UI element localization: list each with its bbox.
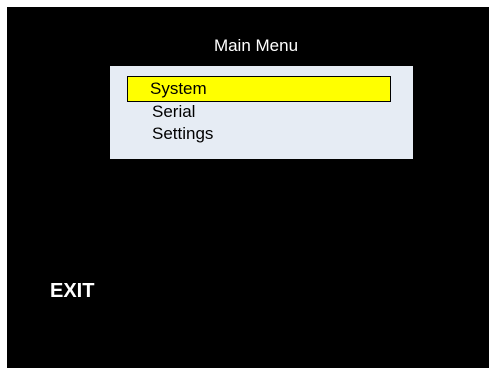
- menu-item-serial[interactable]: Serial: [152, 102, 195, 124]
- main-menu-list: System Serial Settings: [110, 66, 413, 159]
- menu-item-settings[interactable]: Settings: [152, 124, 213, 146]
- menu-item-system[interactable]: System: [127, 76, 391, 102]
- exit-button[interactable]: EXIT: [50, 278, 94, 304]
- menu-title: Main Menu: [213, 36, 299, 55]
- device-screen: Main Menu System Serial Settings EXIT: [7, 7, 489, 368]
